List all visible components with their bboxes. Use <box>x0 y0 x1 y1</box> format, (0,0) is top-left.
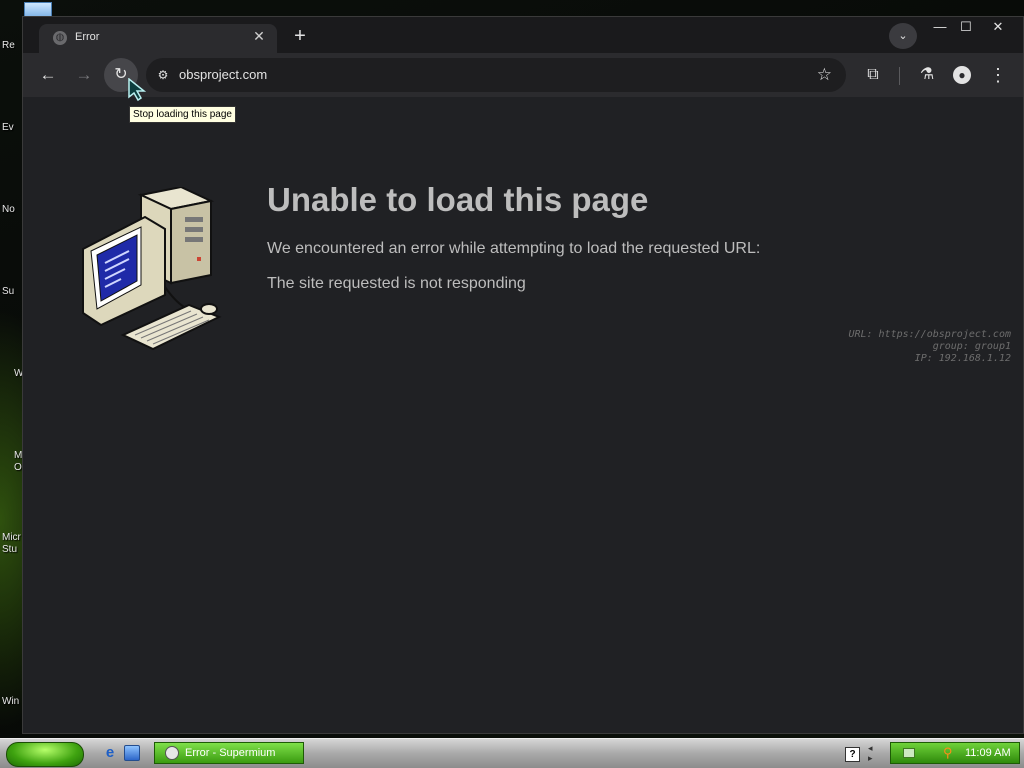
address-bar[interactable]: ⚙ obsproject.com ☆ <box>146 58 846 92</box>
tab-strip: ◍ Error ✕ + ⌄ — ☐ ✕ <box>23 17 1023 53</box>
forward-arrow-icon[interactable]: → <box>72 63 96 87</box>
tab-close-icon[interactable]: ✕ <box>251 28 267 44</box>
start-button[interactable] <box>6 742 84 767</box>
minimize-button[interactable]: — <box>927 19 953 35</box>
globe-icon: ◍ <box>53 31 67 45</box>
search-icon[interactable]: ⚲ <box>943 746 953 760</box>
tab-title: Error <box>75 31 100 43</box>
diagnostic-ip: IP: 192.168.1.12 <box>914 353 1011 364</box>
page-content: Unable to load this page We encountered … <box>23 97 1023 733</box>
profile-avatar-icon: ● <box>953 66 971 84</box>
bookmark-star-icon[interactable]: ☆ <box>817 65 832 85</box>
browser-window: ◍ Error ✕ + ⌄ — ☐ ✕ ← → ↻ ⚙ obsproject.c… <box>22 16 1024 734</box>
clock[interactable]: 11:09 AM <box>965 747 1011 759</box>
back-arrow-icon[interactable]: ← <box>36 63 60 87</box>
taskbar-item-label: Error - Supermium <box>185 747 276 759</box>
url-text[interactable]: obsproject.com <box>179 67 267 82</box>
new-tab-button[interactable]: + <box>289 25 311 47</box>
internet-explorer-icon[interactable]: e <box>102 745 118 761</box>
error-title: Unable to load this page <box>267 181 649 218</box>
diagnostic-group: group: group1 <box>932 341 1011 352</box>
profile-button[interactable]: ● <box>950 63 974 87</box>
diagnostics-info: URL: https://obsproject.com group: group… <box>848 329 1011 365</box>
computer-icon <box>82 187 222 351</box>
quick-launch-icon[interactable] <box>124 745 140 761</box>
help-icon[interactable]: ? <box>845 747 860 762</box>
error-description: We encountered an error while attempting… <box>267 240 761 257</box>
extensions-icon[interactable]: ⧉ <box>861 63 885 87</box>
toolbar-divider <box>899 67 900 85</box>
system-tray: ⚲ 11:09 AM <box>890 742 1020 764</box>
network-icon[interactable] <box>903 748 915 758</box>
supermium-icon <box>165 746 179 760</box>
labs-flask-icon[interactable]: ⚗ <box>915 63 939 87</box>
error-reason: The site requested is not responding <box>267 275 526 292</box>
menu-kebab-icon[interactable]: ⋮ <box>986 63 1010 87</box>
browser-toolbar: ← → ↻ ⚙ obsproject.com ☆ ⧉ ⚗ ● ⋮ <box>23 53 1023 97</box>
site-info-icon[interactable]: ⚙ <box>154 67 172 83</box>
taskbar: e Error - Supermium ? ◂ ▸ ⚲ 11:09 AM <box>0 738 1024 768</box>
tab-search-button[interactable]: ⌄ <box>889 23 917 49</box>
tab-error[interactable]: ◍ Error ✕ <box>39 24 277 53</box>
close-window-button[interactable]: ✕ <box>985 19 1011 35</box>
taskbar-item-browser[interactable]: Error - Supermium <box>154 742 304 764</box>
diagnostic-url: URL: https://obsproject.com <box>848 329 1011 340</box>
reload-tooltip: Stop loading this page <box>129 106 236 123</box>
tray-expand-icon[interactable]: ◂ ▸ <box>868 743 873 763</box>
mouse-cursor-icon <box>128 78 146 102</box>
maximize-button[interactable]: ☐ <box>953 19 979 35</box>
